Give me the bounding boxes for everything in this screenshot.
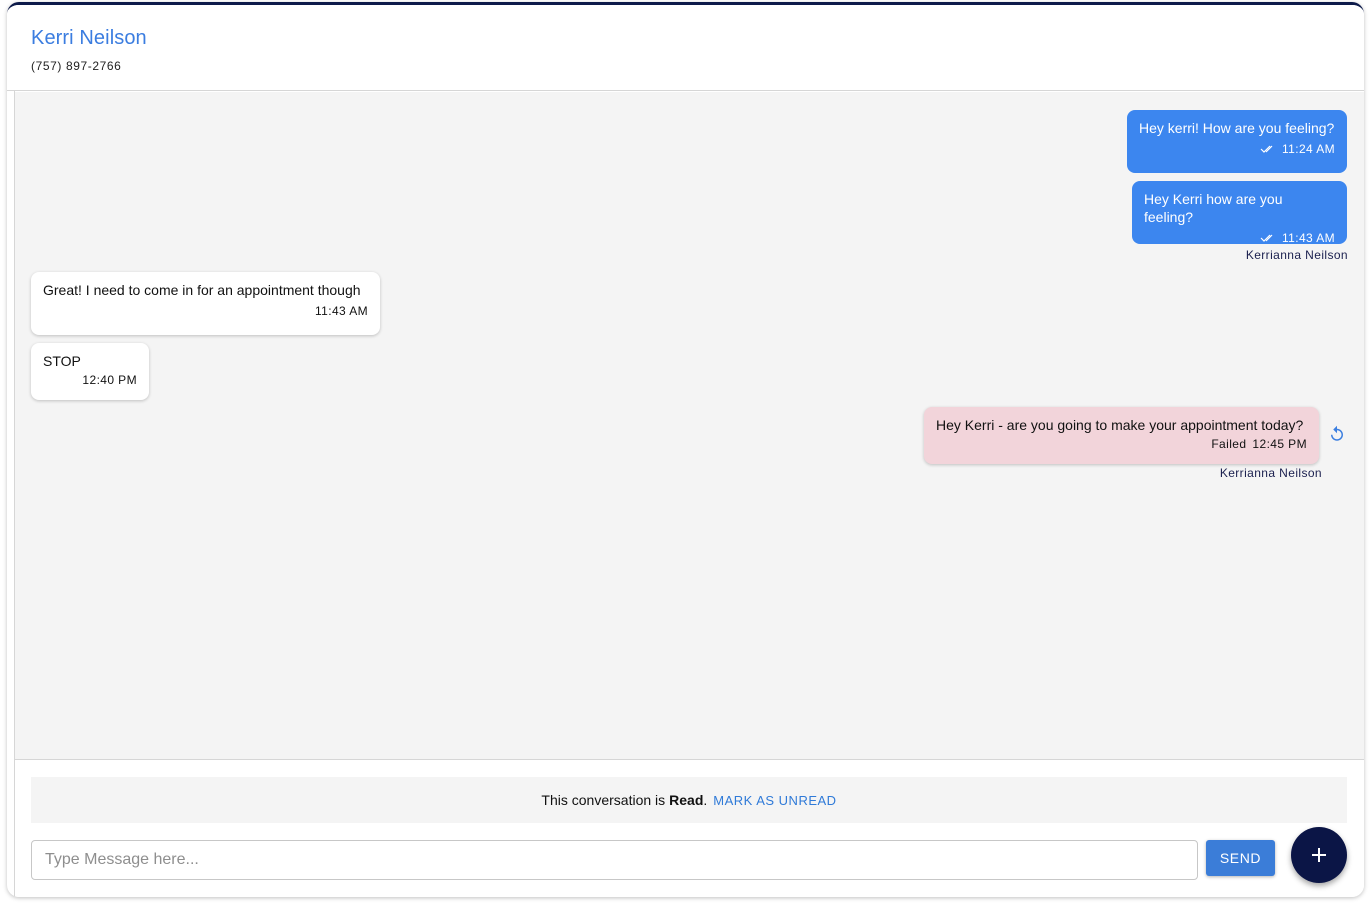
message-status: Failed [1211, 437, 1247, 451]
contact-phone: (757) 897-2766 [31, 59, 122, 73]
message-text: Great! I need to come in for an appointm… [43, 282, 361, 298]
retry-icon[interactable] [1328, 425, 1346, 443]
message-thread[interactable]: Hey kerri! How are you feeling? 11:24 AM… [15, 92, 1364, 760]
message-bubble-incoming: STOP 12:40 PM [31, 343, 149, 400]
conversation-header: Kerri Neilson (757) 897-2766 [7, 5, 1364, 91]
message-bubble-incoming: Great! I need to come in for an appointm… [31, 272, 380, 335]
message-time: 12:40 PM [82, 373, 137, 387]
message-input[interactable] [31, 840, 1198, 880]
sender-name: Kerrianna Neilson [1219, 466, 1322, 480]
read-status-state: Read [669, 792, 704, 808]
sender-name: Kerrianna Neilson [1245, 248, 1348, 262]
message-time: 12:45 PM [1252, 437, 1307, 451]
message-time: 11:43 AM [1281, 231, 1335, 245]
send-button[interactable]: SEND [1206, 840, 1275, 876]
message-bubble-failed: Hey Kerri - are you going to make your a… [924, 407, 1319, 464]
read-status-banner: This conversation is Read. MARK AS UNREA… [31, 777, 1347, 823]
message-bubble-outgoing: Hey Kerri how are you feeling? 11:43 AM [1132, 181, 1347, 245]
double-check-icon [1260, 145, 1273, 153]
message-bubble-outgoing: Hey kerri! How are you feeling? 11:24 AM [1127, 110, 1347, 173]
add-action-button[interactable] [1291, 827, 1347, 883]
message-text: Hey Kerri how are you feeling? [1144, 191, 1283, 225]
contact-name[interactable]: Kerri Neilson [31, 27, 1364, 50]
message-text: Hey kerri! How are you feeling? [1139, 120, 1335, 136]
message-time: 11:24 AM [1281, 142, 1335, 156]
mark-as-unread-link[interactable]: MARK AS UNREAD [713, 793, 836, 808]
double-check-icon [1260, 234, 1273, 242]
read-status-suffix: . [703, 792, 708, 808]
composer-area: This conversation is Read. MARK AS UNREA… [15, 761, 1364, 897]
message-text: STOP [43, 353, 81, 369]
message-text: Hey Kerri - are you going to make your a… [936, 417, 1304, 433]
message-time: 11:43 AM [314, 304, 368, 318]
read-status-prefix: This conversation is [541, 792, 666, 808]
conversation-panel: Kerri Neilson (757) 897-2766 Hey kerri! … [7, 2, 1364, 897]
plus-icon [1312, 848, 1326, 862]
